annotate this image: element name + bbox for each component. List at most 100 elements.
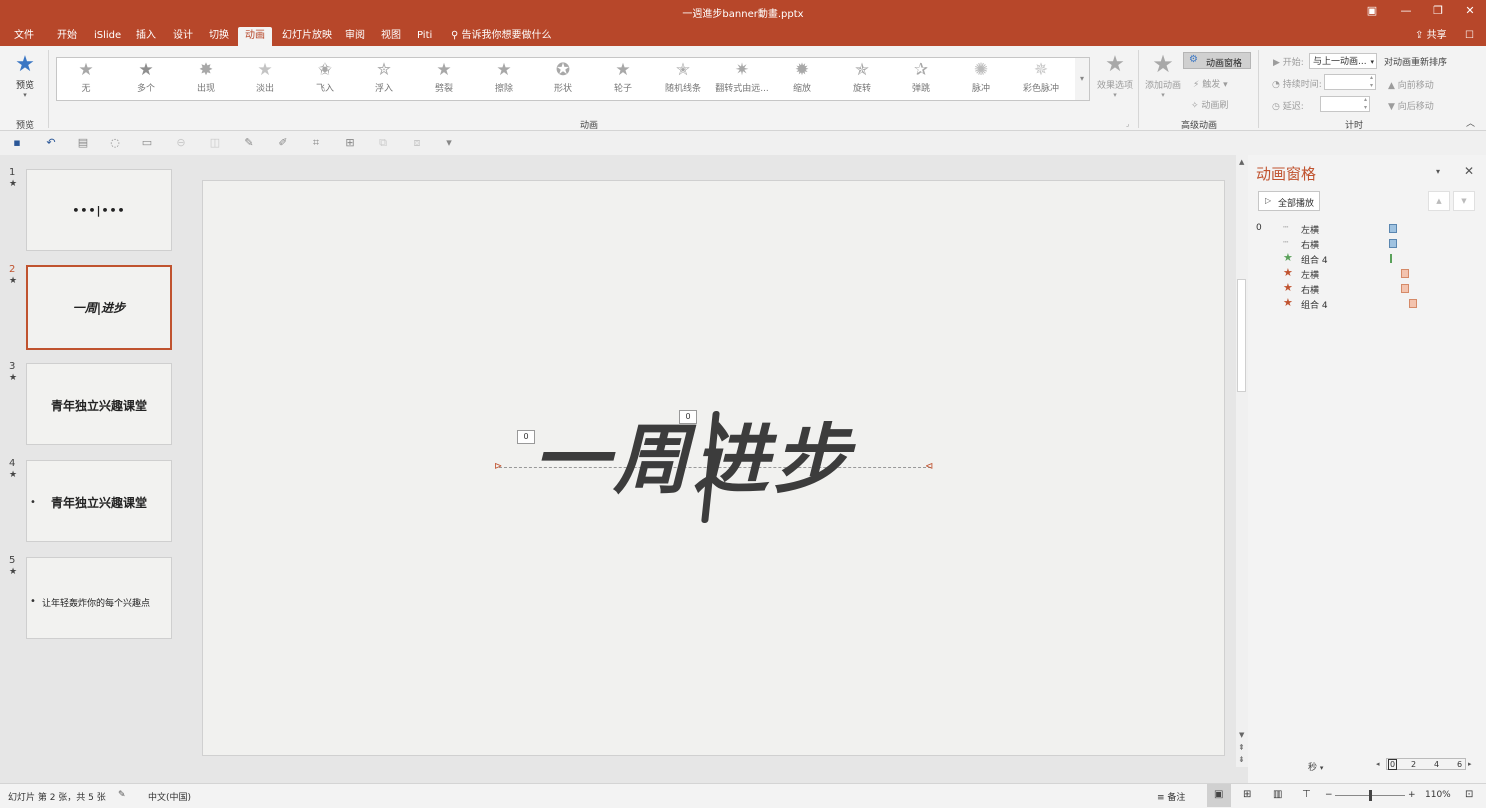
zoom-level[interactable]: 110% [1425, 790, 1451, 800]
timeline-ruler[interactable]: 0 2 4 6 [1386, 758, 1466, 770]
shapes-icon[interactable]: ◌ [108, 136, 122, 150]
move-earlier-button[interactable]: ▲ 向前移动 [1388, 78, 1434, 91]
language-indicator[interactable]: 中文(中国) [148, 790, 191, 803]
anim-grow-turn[interactable]: ✷ 翻转式由远... [713, 61, 771, 99]
flip-icon[interactable]: ◫ [208, 136, 222, 150]
tab-animations[interactable]: 动画 [238, 27, 272, 46]
undo-icon[interactable]: ↶ [44, 136, 58, 150]
timeline-bar[interactable] [1390, 254, 1392, 263]
anim-wheel[interactable]: ★ 轮子 [594, 61, 652, 99]
trigger-button[interactable]: ⚡ 触发 ▾ [1193, 77, 1228, 90]
share-button[interactable]: ⇪ 共享 [1408, 27, 1454, 46]
start-select[interactable]: 与上一动画... ▾ [1309, 53, 1377, 69]
anim-wipe[interactable]: ★ 擦除 [475, 61, 533, 99]
anim-multiple[interactable]: ★ 多个 [117, 61, 175, 99]
animation-item[interactable]: ★ 右横 [1256, 281, 1476, 296]
layout-icon[interactable]: ▤ [76, 136, 90, 150]
normal-view-button[interactable]: ▣ [1207, 784, 1231, 807]
tell-me-box[interactable]: ⚲ 告诉我你想要做什么 [444, 27, 559, 46]
anim-zoom[interactable]: ✹ 缩放 [773, 61, 831, 99]
minimize-icon[interactable]: — [1398, 4, 1414, 18]
delay-input[interactable]: ▴ ▾ [1320, 96, 1370, 112]
tab-view[interactable]: 视图 [374, 27, 408, 46]
animation-item[interactable]: ★ 组合 4 [1256, 296, 1476, 311]
zoom-in-icon[interactable]: + [1408, 790, 1416, 800]
anim-swivel[interactable]: ✯ 旋转 [833, 61, 891, 99]
slide-thumb-3[interactable]: 青年独立兴趣课堂 [26, 363, 172, 445]
collapse-ribbon-icon[interactable]: ︿ [1466, 116, 1475, 129]
zoom-out-icon[interactable]: − [1325, 790, 1333, 800]
notes-button[interactable]: ≡ 备注 [1157, 790, 1185, 803]
slide-thumb-4[interactable]: • 青年独立兴趣课堂 [26, 460, 172, 542]
scroll-thumb[interactable] [1237, 279, 1246, 392]
animation-item[interactable]: ┄ 右横 [1256, 236, 1476, 251]
animation-gallery[interactable]: ★ 无 ★ 多个 ✸ 出现 ★ 淡出 ✬ 飞入 ✮ 浮入 ★ 劈裂 ★ 擦除 ✪ 形状 ★ 轮子 ✭… [56, 57, 1076, 101]
tab-home[interactable]: 开始 [50, 27, 84, 46]
seconds-dropdown[interactable]: 秒 ▾ [1308, 760, 1323, 773]
anim-fly-in[interactable]: ✬ 飞入 [296, 61, 354, 99]
anim-color-pulse[interactable]: ✵ 彩色脉冲 [1012, 61, 1070, 99]
timeline-bar[interactable] [1389, 239, 1397, 248]
play-all-button[interactable]: ▷ 全部播放 [1258, 191, 1320, 211]
picture-icon[interactable]: ▭ [140, 136, 154, 150]
anim-pulse[interactable]: ✺ 脉冲 [952, 61, 1010, 99]
tab-file[interactable]: 文件 [7, 27, 41, 46]
path-end-marker-icon[interactable]: ⊲ [925, 461, 933, 472]
ribbon-display-icon[interactable]: ▣ [1364, 4, 1380, 18]
anim-none[interactable]: ★ 无 [57, 61, 115, 99]
move-down-icon[interactable]: ▼ [1453, 191, 1475, 211]
slide-thumb-1[interactable]: •••|••• [26, 169, 172, 251]
slideshow-view-icon[interactable]: ⊤ [1302, 789, 1311, 800]
eyedropper-icon[interactable]: ✎ [242, 136, 256, 150]
next-slide-icon[interactable]: ⇟ [1238, 755, 1245, 764]
timeline-bar[interactable] [1401, 284, 1409, 293]
reading-view-icon[interactable]: ▥ [1273, 789, 1282, 800]
anim-appear[interactable]: ✸ 出现 [177, 61, 235, 99]
ungroup-icon[interactable]: ⧈ [410, 136, 424, 150]
slide-sorter-icon[interactable]: ⊞ [1243, 789, 1251, 800]
scroll-down-icon[interactable]: ▼ [1239, 731, 1244, 739]
previous-slide-icon[interactable]: ⇞ [1238, 743, 1245, 752]
customize-qat-icon[interactable]: ▾ [442, 136, 456, 150]
zoom-slider-thumb[interactable] [1369, 790, 1372, 801]
timeline-bar[interactable] [1409, 299, 1417, 308]
slide-canvas[interactable]: ⊳ ⊲ 0 0 一周进步 [202, 180, 1225, 756]
close-icon[interactable]: ✕ [1462, 4, 1478, 18]
fit-to-window-icon[interactable]: ⊡ [1465, 789, 1473, 800]
move-up-icon[interactable]: ▲ [1428, 191, 1450, 211]
save-icon[interactable]: ▪ [10, 136, 24, 150]
preview-button[interactable]: ★ 预览 ▾ [8, 52, 42, 110]
timeline-right-icon[interactable]: ▸ [1468, 760, 1472, 768]
slide-thumb-5[interactable]: • 让年轻轰炸你的每个兴趣点 [26, 557, 172, 639]
anim-bounce[interactable]: ✰ 弹跳 [892, 61, 950, 99]
timeline-bar[interactable] [1401, 269, 1409, 278]
timeline-left-icon[interactable]: ◂ [1376, 760, 1380, 768]
effect-options-button[interactable]: ★ 效果选项 ▾ [1096, 52, 1134, 110]
tab-design[interactable]: 设计 [166, 27, 200, 46]
comments-icon[interactable]: ☐ [1458, 27, 1481, 46]
animation-item[interactable]: ★ 组合 4 [1256, 251, 1476, 266]
animation-item[interactable]: ★ 左横 [1256, 266, 1476, 281]
pane-options-icon[interactable]: ▾ [1436, 167, 1440, 176]
add-animation-button[interactable]: ★ 添加动画 ▾ [1144, 50, 1182, 108]
pane-close-icon[interactable]: ✕ [1464, 164, 1474, 178]
group-icon[interactable]: ⧉ [376, 136, 390, 150]
animation-item[interactable]: 0 ┄ 左横 [1256, 221, 1476, 236]
tab-piti[interactable]: Piti [410, 27, 439, 46]
tab-slideshow[interactable]: 幻灯片放映 [275, 27, 339, 46]
anim-random-bars[interactable]: ✭ 随机线条 [654, 61, 712, 99]
editor-scrollbar[interactable]: ▲ ▼ ⇞ ⇟ [1236, 155, 1248, 767]
anim-split[interactable]: ★ 劈裂 [415, 61, 473, 99]
animation-painter-button[interactable]: ✧ 动画刷 [1191, 98, 1228, 111]
animation-pane-button[interactable]: ⚙ 动画窗格 [1183, 52, 1251, 69]
duration-input[interactable]: ▴ ▾ [1324, 74, 1376, 90]
pen-icon[interactable]: ✐ [276, 136, 290, 150]
dialog-launcher-icon[interactable]: ⌟ [1126, 120, 1129, 128]
anim-shape[interactable]: ✪ 形状 [534, 61, 592, 99]
move-later-button[interactable]: ▼ 向后移动 [1388, 99, 1434, 112]
tab-islide[interactable]: iSlide [87, 27, 128, 46]
anim-float-in[interactable]: ✮ 浮入 [355, 61, 413, 99]
path-start-marker-icon[interactable]: ⊳ [494, 461, 502, 472]
crop-icon[interactable]: ⌗ [309, 136, 323, 150]
gallery-more-button[interactable]: ▾ [1075, 57, 1090, 101]
